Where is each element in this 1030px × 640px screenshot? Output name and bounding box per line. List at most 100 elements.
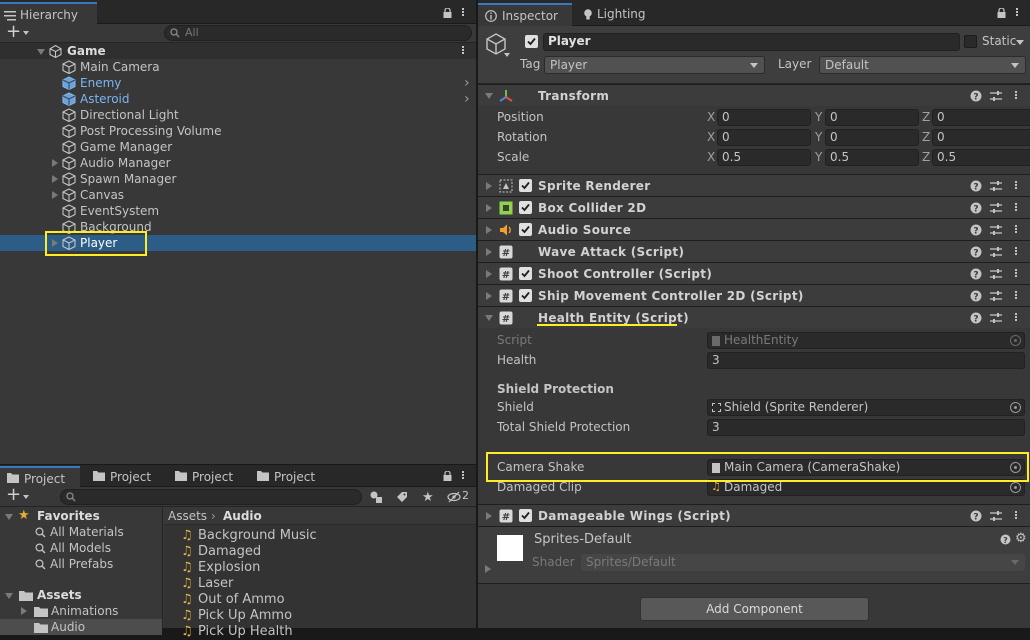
expand-arrow-icon[interactable] [485, 315, 493, 321]
expand-arrow-icon[interactable] [486, 226, 492, 234]
component-menu-icon[interactable] [1014, 90, 1018, 102]
hierarchy-item[interactable]: Post Processing Volume [0, 123, 476, 139]
component-menu-icon[interactable] [1014, 202, 1018, 214]
audio-file-item[interactable]: ♫ Out of Ammo [164, 592, 476, 608]
hierarchy-item[interactable]: EventSystem [0, 203, 476, 219]
project-lock-icon[interactable] [443, 471, 452, 481]
axis-label[interactable]: X [707, 148, 717, 166]
component-menu-icon[interactable] [1014, 312, 1018, 324]
project-add-button[interactable]: + [6, 484, 21, 505]
component-enabled-checkbox[interactable] [519, 267, 532, 280]
inspector-more-icon[interactable] [1015, 7, 1019, 19]
static-dropdown-arrow-icon[interactable] [1016, 40, 1024, 45]
component-enabled-checkbox[interactable] [519, 509, 532, 522]
tab-project[interactable]: Project [250, 466, 330, 487]
folder-audio[interactable]: Audio [0, 619, 162, 635]
favorite-item[interactable]: All Models [0, 540, 162, 556]
position-field[interactable]: 0 [932, 109, 1030, 126]
presets-icon[interactable] [990, 90, 1002, 102]
expand-arrow-icon[interactable] [52, 191, 58, 199]
expand-arrow-icon[interactable] [5, 514, 13, 520]
audio-file-item[interactable]: ♫ Pick Up Health [164, 624, 476, 640]
component-transform-header[interactable]: Transform ? [478, 84, 1030, 106]
help-icon[interactable]: ? [970, 224, 982, 236]
help-icon[interactable]: ? [970, 90, 982, 102]
project-more-icon[interactable] [461, 470, 465, 482]
object-picker-icon[interactable] [1010, 482, 1021, 493]
expand-arrow-icon[interactable] [21, 607, 27, 615]
gameobject-cube-icon[interactable] [485, 33, 507, 55]
favorite-item[interactable]: All Prefabs [0, 556, 162, 572]
component-header[interactable]: Sprite Renderer? [478, 174, 1030, 196]
axis-label[interactable]: Z [922, 148, 932, 166]
help-icon[interactable]: ? [970, 268, 982, 280]
object-name-field[interactable]: Player [543, 33, 960, 51]
dropdown-arrow-icon[interactable] [23, 31, 29, 35]
component-menu-icon[interactable] [1014, 268, 1018, 280]
hierarchy-item[interactable]: Spawn Manager [0, 171, 476, 187]
project-add-arrow-icon[interactable] [23, 495, 29, 499]
lock-icon[interactable] [443, 8, 452, 18]
help-icon[interactable]: ? [970, 202, 982, 214]
rotation-field[interactable]: 0 [717, 129, 811, 146]
component-header[interactable]: Box Collider 2D? [478, 196, 1030, 218]
active-checkbox[interactable] [525, 35, 538, 48]
favorite-item[interactable]: All Materials [0, 524, 162, 540]
help-icon[interactable]: ? [970, 510, 982, 522]
hierarchy-item[interactable]: Canvas [0, 187, 476, 203]
breadcrumb-current[interactable]: Audio [223, 507, 262, 525]
axis-label[interactable]: Y [815, 128, 825, 146]
help-icon[interactable]: ? [970, 312, 982, 324]
expand-arrow-icon[interactable] [486, 204, 492, 212]
project-search-field[interactable] [60, 489, 362, 505]
hierarchy-item[interactable]: Audio Manager [0, 155, 476, 171]
expand-arrow-icon[interactable] [5, 593, 13, 599]
add-button[interactable]: + [6, 21, 21, 42]
scene-row-game[interactable]: Game [0, 43, 476, 59]
component-header[interactable]: # Ship Movement Controller 2D (Script)? [478, 284, 1030, 306]
folder-animations[interactable]: Animations [0, 603, 162, 619]
component-header[interactable]: # Shoot Controller (Script)? [478, 262, 1030, 284]
axis-label[interactable]: X [707, 108, 717, 126]
presets-icon[interactable] [990, 224, 1002, 236]
presets-icon[interactable] [990, 246, 1002, 258]
inspector-lock-icon[interactable] [997, 8, 1006, 18]
expand-arrow-icon[interactable] [486, 182, 492, 190]
expand-arrow-icon[interactable] [486, 292, 492, 300]
audio-file-item[interactable]: ♫ Explosion [164, 560, 476, 576]
expand-arrow-icon[interactable] [486, 512, 492, 520]
audio-file-item[interactable]: ♫ Background Music [164, 528, 476, 544]
expand-arrow-icon[interactable] [52, 159, 58, 167]
rotation-field[interactable]: 0 [932, 129, 1030, 146]
expand-arrow-icon[interactable] [485, 93, 493, 99]
breadcrumb-root[interactable]: Assets [168, 507, 207, 525]
tag-dropdown[interactable]: Player [544, 56, 765, 74]
component-enabled-checkbox[interactable] [519, 223, 532, 236]
axis-label[interactable]: X [707, 128, 717, 146]
hierarchy-item[interactable]: Game Manager [0, 139, 476, 155]
rotation-field[interactable]: 0 [825, 129, 919, 146]
axis-label[interactable]: Y [815, 148, 825, 166]
component-menu-icon[interactable] [1014, 510, 1018, 522]
add-component-button[interactable]: Add Component [640, 597, 869, 621]
layer-dropdown[interactable]: Default [819, 56, 1026, 74]
component-damageable-wings-header[interactable]: # Damageable Wings (Script) ? [478, 504, 1030, 526]
scale-field[interactable]: 0.5 [932, 149, 1030, 166]
static-checkbox[interactable] [964, 35, 977, 48]
help-icon[interactable]: ? [970, 290, 982, 302]
expand-arrow-icon[interactable] [37, 49, 45, 55]
tab-inspector[interactable]: Inspector [478, 3, 572, 26]
hierarchy-item[interactable]: Main Camera [0, 59, 476, 75]
expand-arrow-icon[interactable] [486, 270, 492, 278]
tab-lighting[interactable]: Lighting [578, 3, 658, 26]
hierarchy-item[interactable]: Enemy › [0, 75, 476, 91]
component-enabled-checkbox[interactable] [519, 179, 532, 192]
component-enabled-checkbox[interactable] [519, 201, 532, 214]
scale-field[interactable]: 0.5 [825, 149, 919, 166]
help-icon[interactable]: ? [1000, 534, 1011, 545]
presets-icon[interactable] [990, 510, 1002, 522]
filter-by-type-icon[interactable] [369, 490, 383, 504]
gear-icon[interactable]: ⚙ [1015, 531, 1027, 546]
help-icon[interactable]: ? [970, 246, 982, 258]
scene-menu-icon[interactable] [461, 45, 465, 57]
